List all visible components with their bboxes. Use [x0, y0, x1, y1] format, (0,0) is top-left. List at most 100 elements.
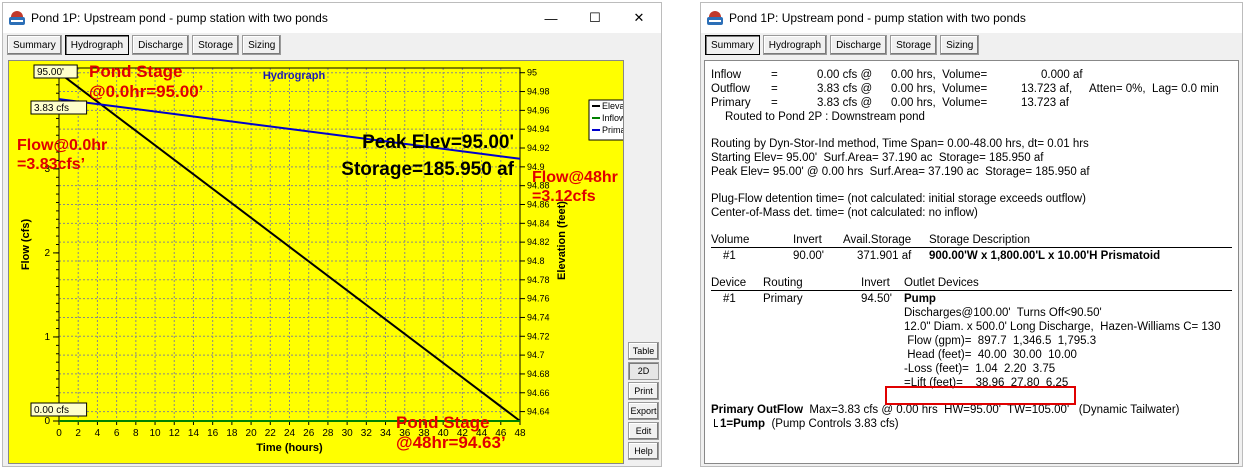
pond-app-icon [9, 11, 25, 25]
y2-tick-label: 94.74 [527, 312, 550, 322]
tab-hydrograph[interactable]: Hydrograph [762, 35, 828, 55]
zero-flow-marker-label: 0.00 cfs [34, 405, 69, 416]
x-tick-label: 18 [226, 428, 238, 439]
loss-highlight-box [885, 386, 1076, 405]
legend-label-inflow: Inflow [602, 113, 623, 123]
summary-report: Inflow = 0.00 cfs @ 0.00 hrs, Volume= 0.… [704, 60, 1239, 464]
routed-to-line: Routed to Pond 2P : Downstream pond [725, 111, 925, 123]
annotation-pond-stage-start: Pond Stage @0.0hr=95.00’ [89, 62, 204, 102]
x-tick-label: 48 [514, 428, 526, 439]
close-button[interactable]: ✕ [617, 3, 661, 33]
x-tick-label: 20 [246, 428, 258, 439]
y2-axis-title: Elevation (feet) [556, 201, 568, 280]
pump-line: 1=Pump (Pump Controls 3.83 cfs) [711, 418, 1232, 432]
help-button[interactable]: Help [628, 442, 659, 460]
device-row: #1 Primary 94.50' Pump [723, 293, 936, 305]
tab-summary[interactable]: Summary [7, 35, 62, 55]
y-tick-label: 0 [44, 416, 50, 427]
table-button[interactable]: Table [628, 342, 659, 360]
tab-summary[interactable]: Summary [705, 35, 760, 55]
y2-tick-label: 95 [527, 68, 537, 78]
x-tick-label: 24 [284, 428, 296, 439]
annotation-pond-stage-end: Pond Stage @48hr=94.63’ [396, 413, 506, 453]
x-tick-label: 16 [207, 428, 219, 439]
legend-label-elevation: Elevation [602, 101, 623, 111]
y2-tick-label: 94.96 [527, 105, 550, 115]
title-bar: Pond 1P: Upstream pond - pump station wi… [3, 3, 661, 33]
flow-row-inflow: Inflow = 0.00 cfs @ 0.00 hrs, Volume= 0.… [711, 69, 1083, 81]
x-tick-label: 26 [303, 428, 315, 439]
legend-label-primary: Primary [602, 125, 623, 135]
print-button[interactable]: Print [628, 382, 659, 400]
y2-tick-label: 94.76 [527, 294, 550, 304]
y2-tick-label: 94.92 [527, 143, 550, 153]
y2-tick-label: 94.84 [527, 218, 550, 228]
tab-bar: Summary Hydrograph Discharge Storage Siz… [701, 34, 1242, 56]
window-title: Pond 1P: Upstream pond - pump station wi… [729, 11, 1026, 25]
y2-tick-label: 94.64 [527, 407, 550, 417]
minimize-button[interactable]: — [529, 3, 573, 33]
tab-discharge[interactable]: Discharge [132, 35, 190, 55]
device-detail-loss: -Loss (feet)= 1.04 2.20 3.75 [904, 363, 1056, 375]
tab-sizing[interactable]: Sizing [242, 35, 282, 55]
x-axis-title: Time (hours) [256, 442, 323, 454]
annotation-flow-end: Flow@48hr =3.12cfs [532, 169, 618, 206]
2d-button[interactable]: 2D [628, 362, 659, 380]
tab-hydrograph[interactable]: Hydrograph [64, 35, 130, 55]
device-detail-diameter: 12.0" Diam. x 500.0' Long Discharge, Haz… [904, 321, 1221, 333]
flow-row-primary: Primary = 3.83 cfs @ 0.00 hrs, Volume= 1… [711, 97, 1069, 109]
x-tick-label: 0 [56, 428, 62, 439]
hydrograph-chart-area: 0 2 4 6 8 10 12 14 16 18 20 22 24 26 28 30 32 34 36 38 40 42 4… [8, 60, 646, 464]
volume-header: Volume Invert Avail.Storage Storage Desc… [711, 234, 1232, 248]
starting-elev-line: Starting Elev= 95.00' Surf.Area= 37.190 … [711, 152, 1044, 164]
edit-button[interactable]: Edit [628, 422, 659, 440]
x-tick-label: 8 [133, 428, 139, 439]
x-tick-label: 2 [75, 428, 81, 439]
plug-flow-line: Plug-Flow detention time= (not calculate… [711, 193, 1086, 205]
flow-marker-label: 3.83 cfs [34, 103, 69, 114]
primary-outflow-line: Primary OutFlow Max=3.83 cfs @ 0.00 hrs … [711, 404, 1180, 416]
device-header: Device Routing Invert Outlet Devices [711, 277, 1232, 291]
tab-sizing[interactable]: Sizing [940, 35, 980, 55]
volume-row: #1 90.00' 371.901 af 900.00'W x 1,800.00… [723, 250, 1161, 262]
x-tick-label: 14 [188, 428, 200, 439]
chart-side-buttons: Table 2D Print Export Edit Help [628, 342, 659, 460]
y2-tick-label: 94.66 [527, 388, 550, 398]
y2-tick-label: 94.72 [527, 331, 550, 341]
window-title: Pond 1P: Upstream pond - pump station wi… [31, 11, 328, 25]
x-tick-label: 6 [114, 428, 120, 439]
annotation-flow-start: Flow@0.0hr =3.83cfs’ [17, 137, 108, 174]
x-tick-label: 30 [342, 428, 354, 439]
x-tick-label: 28 [322, 428, 334, 439]
device-detail-discharges: Discharges@100.00' Turns Off<90.50' [904, 307, 1102, 319]
y2-tick-label: 94.94 [527, 124, 550, 134]
summary-window: Pond 1P: Upstream pond - pump station wi… [700, 2, 1243, 467]
pond-app-icon [707, 11, 723, 25]
x-tick-label: 32 [361, 428, 373, 439]
export-button[interactable]: Export [628, 402, 659, 420]
x-tick-label: 22 [265, 428, 277, 439]
y2-tick-label: 94.78 [527, 275, 550, 285]
y-tick-label: 2 [44, 248, 50, 259]
device-detail-flow: Flow (gpm)= 897.7 1,346.5 1,795.3 [904, 335, 1097, 347]
x-tick-label: 4 [95, 428, 101, 439]
x-tick-label: 10 [149, 428, 161, 439]
hydrograph-chart: 0 2 4 6 8 10 12 14 16 18 20 22 24 26 28 30 32 34 36 38 40 42 4… [20, 64, 646, 454]
y2-tick-label: 94.98 [527, 87, 550, 97]
y-tick-label: 1 [44, 332, 50, 343]
tab-storage[interactable]: Storage [890, 35, 938, 55]
peak-elev-overlay: Peak Elev=95.00' [362, 132, 514, 153]
device-detail-head: Head (feet)= 40.00 30.00 10.00 [904, 349, 1077, 361]
center-mass-line: Center-of-Mass det. time= (not calculate… [711, 207, 978, 219]
y2-tick-label: 94.68 [527, 369, 550, 379]
routing-method-line: Routing by Dyn-Stor-Ind method, Time Spa… [711, 138, 1089, 150]
x-tick-label: 34 [380, 428, 392, 439]
tab-storage[interactable]: Storage [192, 35, 240, 55]
storage-overlay: Storage=185.950 af [341, 159, 514, 180]
flow-row-outflow: Outflow = 3.83 cfs @ 0.00 hrs, Volume= 1… [711, 83, 1219, 95]
tab-discharge[interactable]: Discharge [830, 35, 888, 55]
title-bar: Pond 1P: Upstream pond - pump station wi… [701, 3, 1242, 33]
elevation-marker-label: 95.00' [37, 67, 64, 78]
y2-tick-label: 94.7 [527, 350, 545, 360]
maximize-button[interactable]: ☐ [573, 3, 617, 33]
